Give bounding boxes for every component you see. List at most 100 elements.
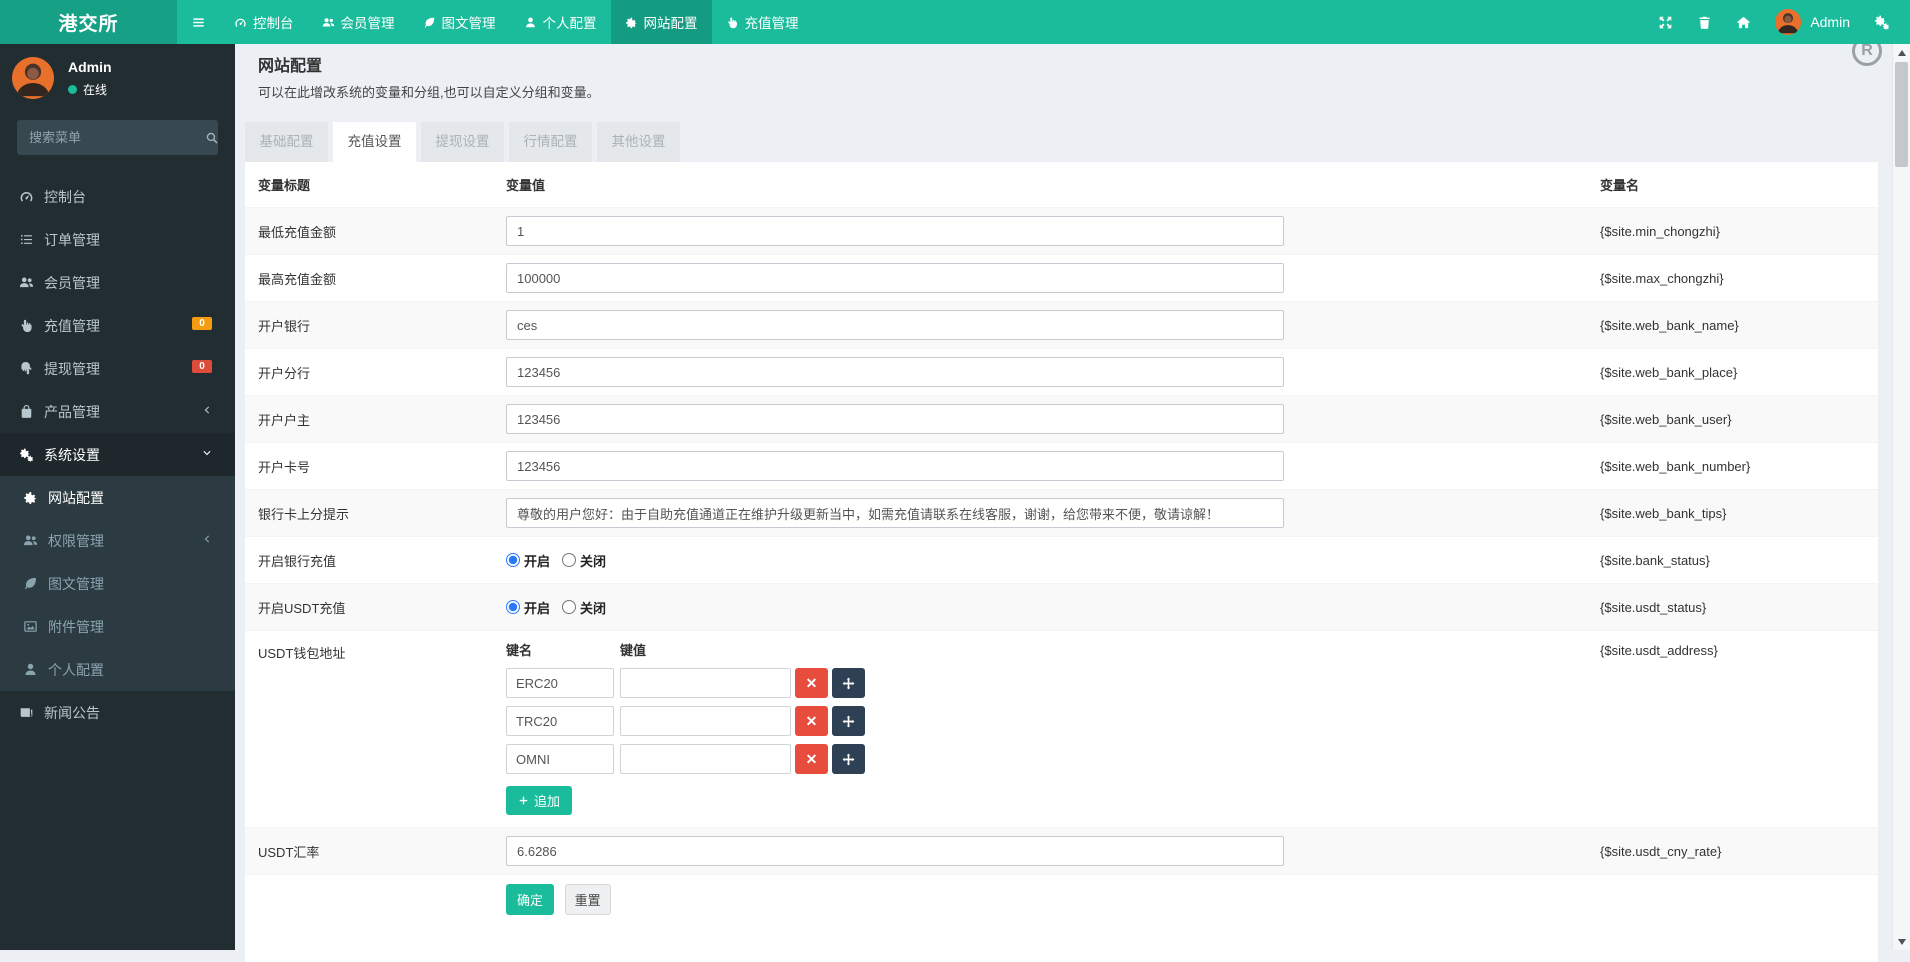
search-input[interactable]	[17, 130, 205, 145]
row-value: 开启关闭	[506, 598, 1284, 617]
radio-option-开启[interactable]: 开启	[506, 551, 550, 570]
gauge-icon	[18, 189, 35, 204]
radio-input[interactable]	[506, 600, 520, 614]
scroll-up-arrow[interactable]	[1893, 44, 1910, 61]
sidebar-item-权限管理[interactable]: 权限管理	[0, 519, 235, 562]
value-input[interactable]	[506, 404, 1284, 434]
radio-option-关闭[interactable]: 关闭	[562, 598, 606, 617]
submit-button[interactable]: 确定	[506, 884, 554, 915]
kv-key-input[interactable]	[506, 668, 614, 698]
sidebar-user-status: 在线	[68, 81, 112, 98]
variable-name: {$site.web_bank_tips}	[1600, 506, 1726, 521]
user-icon	[524, 16, 537, 29]
kv-value-input[interactable]	[620, 668, 791, 698]
kv-key-input[interactable]	[506, 744, 614, 774]
value-input[interactable]	[506, 357, 1284, 387]
radio-option-关闭[interactable]: 关闭	[562, 551, 606, 570]
sidebar-item-产品管理[interactable]: 产品管理	[0, 390, 235, 433]
table-header-row: 变量标题 变量值 变量名	[245, 162, 1878, 208]
row-label: 最高充值金额	[258, 269, 506, 288]
radio-input[interactable]	[562, 553, 576, 567]
trash-icon[interactable]	[1697, 15, 1712, 30]
sidebar-item-图文管理[interactable]: 图文管理	[0, 562, 235, 605]
radio-label: 开启	[524, 598, 550, 617]
navbar-item-label: 图文管理	[442, 12, 496, 32]
radio-input[interactable]	[506, 553, 520, 567]
variable-name: {$site.bank_status}	[1600, 553, 1710, 568]
navbar-item-充值管理[interactable]: 充值管理	[712, 0, 813, 44]
kv-pair-row: ✕	[506, 744, 1284, 774]
avatar	[1775, 9, 1801, 35]
radio-label: 关闭	[580, 551, 606, 570]
navbar-item-label: 会员管理	[341, 12, 395, 32]
count-badge: 0	[192, 360, 212, 373]
config-row: 最高充值金额{$site.max_chongzhi}	[245, 255, 1878, 302]
sidebar-item-个人配置[interactable]: 个人配置	[0, 648, 235, 691]
navbar-item-会员管理[interactable]: 会员管理	[308, 0, 409, 44]
bag-icon	[18, 404, 35, 419]
move-pair-button[interactable]	[832, 706, 865, 736]
radio-option-开启[interactable]: 开启	[506, 598, 550, 617]
sidebar-item-附件管理[interactable]: 附件管理	[0, 605, 235, 648]
navbar-item-控制台[interactable]: 控制台	[220, 0, 308, 44]
navbar-item-图文管理[interactable]: 图文管理	[409, 0, 510, 44]
radio-input[interactable]	[562, 600, 576, 614]
sidebar-item-提现管理[interactable]: 提现管理0	[0, 347, 235, 390]
value-input[interactable]	[506, 263, 1284, 293]
append-pair-button[interactable]: 追加	[506, 786, 572, 815]
delete-pair-button[interactable]: ✕	[795, 668, 828, 698]
row-value	[506, 263, 1284, 293]
move-pair-button[interactable]	[832, 744, 865, 774]
radio-group: 开启关闭	[506, 598, 1284, 617]
config-row: 开启USDT充值开启关闭{$site.usdt_status}	[245, 584, 1878, 631]
sidebar-item-订单管理[interactable]: 订单管理	[0, 218, 235, 261]
config-row: USDT钱包地址键名键值✕✕✕追加{$site.usdt_address}	[245, 631, 1878, 828]
append-button-label: 追加	[534, 791, 560, 810]
delete-pair-button[interactable]: ✕	[795, 706, 828, 736]
variable-name: {$site.web_bank_name}	[1600, 318, 1739, 333]
navbar-item-个人配置[interactable]: 个人配置	[510, 0, 611, 44]
value-input[interactable]	[506, 451, 1284, 481]
row-value	[506, 310, 1284, 340]
top-navbar: 港交所 控制台 会员管理 图文管理个人配置 网站配置充值管理 Admin	[0, 0, 1910, 44]
delete-pair-button[interactable]: ✕	[795, 744, 828, 774]
tab-充值设置[interactable]: 充值设置	[333, 122, 416, 162]
scrollbar-thumb[interactable]	[1895, 62, 1908, 167]
sidebar-item-系统设置[interactable]: 系统设置	[0, 433, 235, 476]
tab-基础配置[interactable]: 基础配置	[245, 122, 328, 162]
sidebar-item-label: 会员管理	[44, 273, 100, 293]
brand-logo[interactable]: 港交所	[0, 0, 177, 44]
value-input[interactable]	[506, 498, 1284, 528]
config-tabs: 基础配置充值设置提现设置行情配置其他设置	[245, 122, 1878, 162]
move-pair-button[interactable]	[832, 668, 865, 698]
search-icon[interactable]	[205, 131, 219, 145]
value-input[interactable]	[506, 836, 1284, 866]
config-row: 开户户主{$site.web_bank_user}	[245, 396, 1878, 443]
tab-行情配置[interactable]: 行情配置	[509, 122, 592, 162]
sidebar-item-新闻公告[interactable]: 新闻公告	[0, 691, 235, 734]
tab-提现设置[interactable]: 提现设置	[421, 122, 504, 162]
tab-其他设置[interactable]: 其他设置	[597, 122, 680, 162]
scroll-down-arrow[interactable]	[1893, 933, 1910, 950]
kv-value-input[interactable]	[620, 706, 791, 736]
value-input[interactable]	[506, 310, 1284, 340]
navbar-item-label: 网站配置	[644, 12, 698, 32]
sidebar-item-会员管理[interactable]: 会员管理	[0, 261, 235, 304]
sidebar-item-网站配置[interactable]: 网站配置	[0, 476, 235, 519]
expand-icon[interactable]	[1658, 15, 1673, 30]
value-input[interactable]	[506, 216, 1284, 246]
sidebar-item-充值管理[interactable]: 充值管理0	[0, 304, 235, 347]
settings-gears-icon[interactable]	[1874, 14, 1890, 30]
kv-value-input[interactable]	[620, 744, 791, 774]
page-subtitle: 可以在此增改系统的变量和分组,也可以自定义分组和变量。	[258, 82, 1878, 101]
kv-pair-row: ✕	[506, 706, 1284, 736]
home-icon[interactable]	[1736, 15, 1751, 30]
sidebar-toggle-button[interactable]	[177, 0, 220, 44]
kv-key-input[interactable]	[506, 706, 614, 736]
config-rows: 最低充值金额{$site.min_chongzhi}最高充值金额{$site.m…	[245, 208, 1878, 875]
navbar-user[interactable]: Admin	[1775, 9, 1850, 35]
navbar-item-网站配置[interactable]: 网站配置	[611, 0, 712, 44]
reset-button[interactable]: 重置	[565, 884, 611, 915]
radio-label: 开启	[524, 551, 550, 570]
sidebar-item-控制台[interactable]: 控制台	[0, 175, 235, 218]
